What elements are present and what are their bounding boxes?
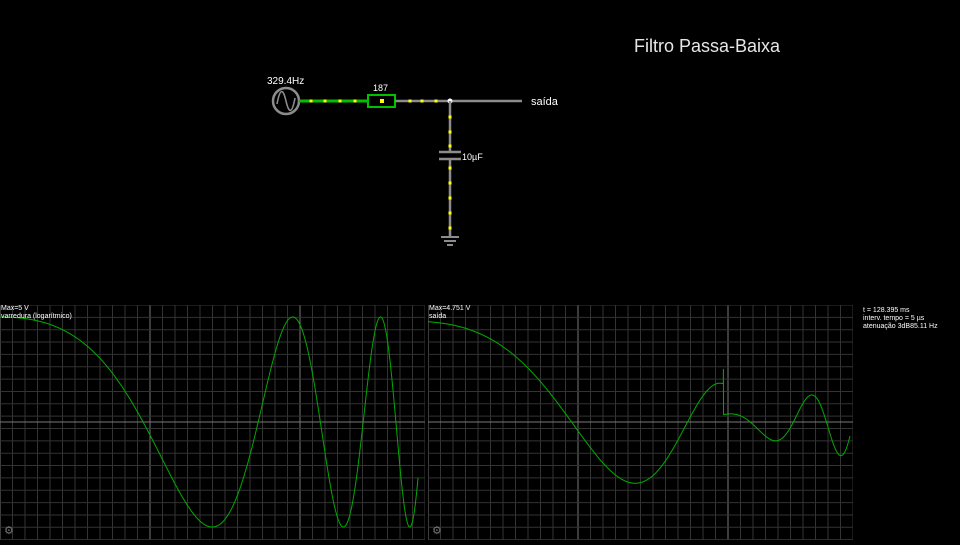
scope-sweep[interactable]: Max=5 V varredura (logarítmico) ⚙ [0,304,426,541]
scope-output-gear-icon[interactable]: ⚙ [432,525,443,536]
ground-icon[interactable] [441,236,459,246]
circuit-canvas[interactable]: 329.4Hz 187 saída 10µF [0,0,960,305]
info-time: t = 128.395 ms [863,307,910,314]
scope-sweep-gear-icon[interactable]: ⚙ [4,525,15,536]
scope-sweep-name: varredura (logarítmico) [1,313,72,320]
output-label: saída [531,96,559,108]
info-attenuation: atenuação 3dB85.11 Hz [863,323,938,330]
scope-output-name: saída [429,313,447,320]
scope-output-max: Max=4.751 V [429,305,471,312]
info-panel: t = 128.395 ms interv. tempo = 5 µs aten… [853,305,960,540]
resistor-value-label: 187 [373,83,388,93]
scope-sweep-max: Max=5 V [1,305,29,312]
scope-sweep-plot [0,304,426,541]
source-frequency-label: 329.4Hz [267,76,304,87]
scope-output[interactable]: Max=4.751 V saída ⚙ [427,304,854,541]
current-dots [309,99,452,230]
resistor-icon[interactable] [367,94,396,108]
capacitor-icon[interactable] [439,150,461,161]
scope-output-plot [427,304,854,541]
capacitor-value-label: 10µF [462,152,483,162]
ac-source-icon[interactable] [271,86,301,116]
info-timestep: interv. tempo = 5 µs [863,315,925,322]
